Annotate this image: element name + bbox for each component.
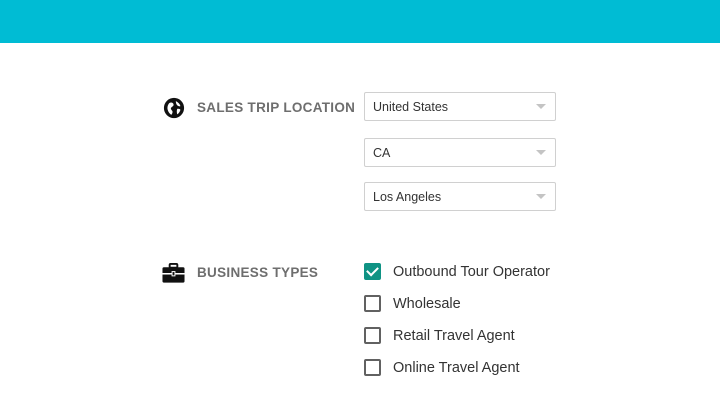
- sales-trip-location-label: SALES TRIP LOCATION: [197, 100, 356, 115]
- checkbox-checked[interactable]: [364, 263, 381, 280]
- sales-trip-location-heading: SALES TRIP LOCATION: [162, 96, 355, 119]
- business-types-label: BUSINESS TYPES: [197, 265, 319, 280]
- checkbox-online-travel-agent[interactable]: Online Travel Agent: [364, 359, 520, 376]
- chevron-down-icon: [536, 194, 546, 199]
- chevron-down-icon: [536, 104, 546, 109]
- header-bar: [0, 0, 720, 43]
- checkbox-label: Wholesale: [393, 295, 461, 312]
- checkbox-unchecked[interactable]: [364, 295, 381, 312]
- checkbox-outbound-tour-operator[interactable]: Outbound Tour Operator: [364, 263, 550, 280]
- checkbox-retail-travel-agent[interactable]: Retail Travel Agent: [364, 327, 515, 344]
- city-select-value: Los Angeles: [373, 189, 442, 204]
- page: SALES TRIP LOCATION United States CA Los…: [0, 0, 720, 400]
- country-select-value: United States: [373, 99, 449, 114]
- checkbox-label: Online Travel Agent: [393, 359, 520, 376]
- briefcase-icon: [162, 261, 185, 284]
- checkbox-wholesale[interactable]: Wholesale: [364, 295, 461, 312]
- checkbox-label: Outbound Tour Operator: [393, 263, 550, 280]
- state-select-value: CA: [373, 145, 391, 160]
- checkbox-label: Retail Travel Agent: [393, 327, 515, 344]
- state-select[interactable]: CA: [364, 138, 556, 167]
- chevron-down-icon: [536, 150, 546, 155]
- country-select[interactable]: United States: [364, 92, 556, 121]
- checkbox-unchecked[interactable]: [364, 359, 381, 376]
- city-select[interactable]: Los Angeles: [364, 182, 556, 211]
- globe-icon: [162, 96, 185, 119]
- business-types-heading: BUSINESS TYPES: [162, 261, 318, 284]
- checkbox-unchecked[interactable]: [364, 327, 381, 344]
